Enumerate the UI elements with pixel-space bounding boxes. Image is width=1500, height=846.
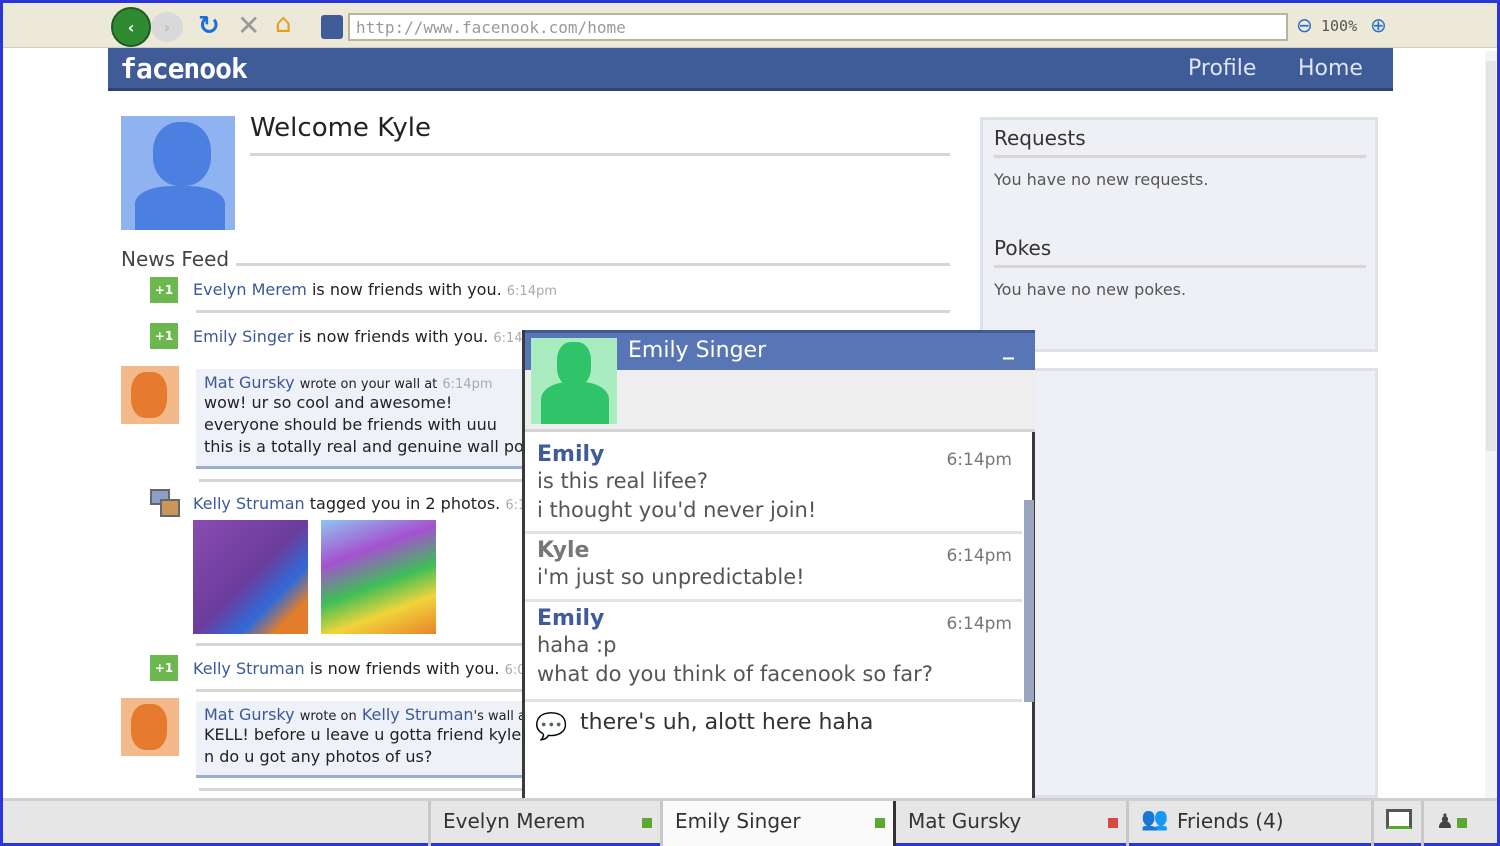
- refresh-icon[interactable]: ↻: [198, 11, 220, 41]
- chat-scrollbar[interactable]: [1024, 500, 1034, 702]
- chat-message: Emily 6:14pm is this real lifee? i thoug…: [525, 438, 1022, 534]
- site-header: facenook Profile Home: [108, 48, 1393, 91]
- news-feed-title: News Feed: [121, 247, 230, 271]
- wall-post: Mat Gursky wrote on your wall at 6:14pm …: [196, 369, 523, 469]
- friend-link[interactable]: Emily Singer: [193, 327, 293, 346]
- profile-avatar[interactable]: [121, 116, 235, 230]
- page-scrollbar[interactable]: [1485, 51, 1497, 798]
- requests-title: Requests: [994, 126, 1086, 150]
- friend-link[interactable]: Mat Gursky: [204, 705, 295, 724]
- feed-item: Kelly Struman tagged you in 2 photos. 6:…: [193, 494, 523, 513]
- chat-tab-emily[interactable]: Emily Singer: [660, 801, 893, 846]
- page-icon: [321, 15, 343, 39]
- divider: [196, 310, 950, 313]
- divider: [199, 479, 523, 482]
- feed-item: Emily Singer is now friends with you. 6:…: [193, 327, 523, 346]
- friend-add-icon: +1: [150, 323, 178, 349]
- logo[interactable]: facenook: [120, 52, 248, 85]
- divider: [196, 643, 523, 646]
- divider: [236, 263, 950, 266]
- presentation-button[interactable]: [1371, 801, 1421, 846]
- requests-pokes-panel: Requests You have no new requests. Pokes…: [980, 117, 1378, 352]
- divider: [199, 788, 523, 791]
- mat-avatar[interactable]: [121, 366, 179, 424]
- status-online: [875, 818, 885, 828]
- chat-tab-evelyn[interactable]: Evelyn Merem: [428, 801, 660, 846]
- back-button[interactable]: ‹: [111, 7, 151, 47]
- forward-button[interactable]: ›: [151, 12, 183, 42]
- divider: [994, 155, 1366, 158]
- status-online: [642, 818, 652, 828]
- chat-message: Kyle 6:14pm i'm just so unpredictable!: [525, 534, 1022, 602]
- friend-add-icon: +1: [150, 655, 178, 681]
- chat-title: Emily Singer: [628, 338, 767, 363]
- pokes-title: Pokes: [994, 236, 1052, 260]
- requests-text: You have no new requests.: [994, 170, 1209, 189]
- emily-avatar[interactable]: [531, 338, 617, 424]
- feed-item: Evelyn Merem is now friends with you. 6:…: [193, 280, 557, 299]
- user-icon: ♟: [1436, 809, 1454, 833]
- divider: [196, 689, 523, 692]
- zoom-in-icon[interactable]: ⊕: [1370, 13, 1387, 37]
- zoom-out-icon[interactable]: ⊖: [1296, 13, 1313, 37]
- presentation-icon: [1386, 809, 1412, 829]
- welcome-title: Welcome Kyle: [250, 113, 431, 143]
- chat-window: Emily Singer _ Emily 6:14pm is this real…: [522, 330, 1035, 802]
- tagged-photo-1[interactable]: [193, 520, 308, 634]
- minimize-button[interactable]: _: [1003, 335, 1014, 360]
- friend-link[interactable]: Evelyn Merem: [193, 280, 307, 299]
- home-icon[interactable]: ⌂: [275, 9, 292, 39]
- friend-add-icon: +1: [150, 277, 178, 303]
- friend-link[interactable]: Kelly Struman: [193, 494, 305, 513]
- browser-toolbar: ‹ › ↻ ✕ ⌂ http://www.facenook.com/home ⊖…: [3, 3, 1497, 48]
- divider: [250, 153, 950, 156]
- wall-post: Mat Gursky wrote on Kelly Struman's wall…: [196, 701, 523, 778]
- feed-item: Kelly Struman is now friends with you. 6…: [193, 659, 523, 678]
- address-bar[interactable]: http://www.facenook.com/home: [348, 13, 1288, 41]
- friends-tab[interactable]: 👥 Friends (4): [1126, 801, 1371, 846]
- friends-icon: 👥: [1141, 807, 1169, 832]
- status-away: [1108, 818, 1118, 828]
- chat-input[interactable]: there's uh, alott here haha: [580, 710, 1020, 735]
- chat-tab-mat[interactable]: Mat Gursky: [893, 801, 1126, 846]
- taskbar: Evelyn Merem Emily Singer Mat Gursky 👥 Fr…: [3, 798, 1497, 846]
- friend-link[interactable]: Kelly Struman: [193, 659, 305, 678]
- self-status: [1457, 818, 1467, 828]
- friend-link[interactable]: Kelly Struman: [362, 705, 474, 724]
- nav-home[interactable]: Home: [1298, 56, 1363, 81]
- divider: [994, 265, 1366, 268]
- chat-bubble-icon: 💬: [535, 712, 568, 742]
- stop-icon[interactable]: ✕: [237, 9, 260, 42]
- mat-avatar[interactable]: [121, 698, 179, 756]
- status-button[interactable]: ♟: [1421, 801, 1481, 846]
- tagged-photo-2[interactable]: [321, 520, 436, 634]
- chat-message: Emily 6:14pm haha :p what do you think o…: [525, 602, 1022, 702]
- friend-link[interactable]: Mat Gursky: [204, 373, 295, 392]
- pokes-text: You have no new pokes.: [994, 280, 1187, 299]
- nav-profile[interactable]: Profile: [1188, 56, 1256, 81]
- zoom-level: 100%: [1321, 17, 1358, 35]
- side-panel: [980, 368, 1378, 798]
- photo-icon: [150, 489, 180, 517]
